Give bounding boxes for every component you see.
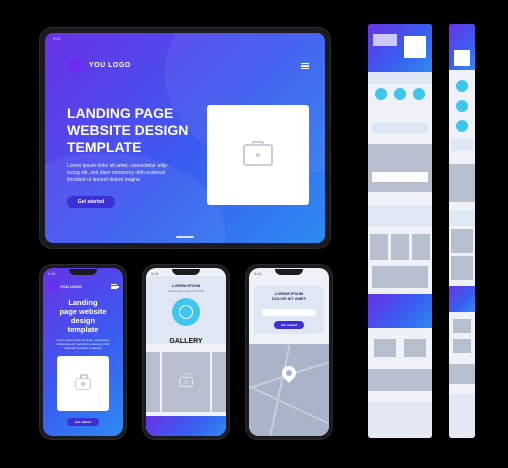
map-area[interactable] [249, 344, 329, 436]
headline-line: Landing [68, 298, 98, 307]
get-started-button[interactable]: Get started [274, 321, 304, 329]
full-page-preview-mobile [449, 24, 475, 438]
avatar [172, 298, 200, 326]
gallery-image [146, 352, 160, 412]
full-page-preview-desktop [368, 24, 432, 438]
status-time: 9:41 [254, 271, 262, 276]
mockup-stage: 9:41 YOU LOGO LANDING PAGE WEBSITE DESIG… [0, 0, 508, 468]
image-placeholder [207, 105, 309, 205]
hamburger-icon[interactable] [111, 284, 119, 289]
headline-line: page website [59, 307, 107, 316]
phone-contact-screen: 9:41 LOREM IPSUM DOLOR SIT AMET Get star… [249, 268, 329, 436]
gallery-image [212, 352, 226, 412]
headline-line: design [70, 316, 96, 325]
get-started-button[interactable]: Get started [67, 196, 115, 208]
headline-line: template [67, 325, 99, 334]
status-time: 9:41 [48, 271, 56, 276]
body-line: euismod tincidunt ut laoreet [64, 346, 102, 350]
home-indicator [176, 236, 194, 238]
gallery-title: GALLERY [169, 338, 203, 345]
headline-line: TEMPLATE [67, 139, 142, 155]
section-title: LOREM IPSUM [171, 283, 201, 288]
logo-text: YOU LOGO [89, 62, 131, 69]
status-time: 9:41 [53, 36, 61, 41]
email-field[interactable] [262, 309, 316, 316]
section-subtitle: Lorem ipsum dolor sit amet [167, 289, 205, 293]
section-title: DOLOR SIT AMET [271, 296, 307, 301]
hamburger-icon[interactable] [301, 63, 309, 69]
logo-mark [67, 57, 83, 73]
gallery-image [162, 352, 210, 412]
body-line: tincidunt ut laoreet dolore magna [67, 177, 140, 183]
contact-card: LOREM IPSUM DOLOR SIT AMET Get started [254, 286, 324, 334]
phone-body: Lorem ipsum dolor sit amet, consectetur … [43, 338, 123, 350]
profile-card: LOREM IPSUM Lorem ipsum dolor sit amet [146, 276, 226, 344]
phone-gallery-device: 9:41 LOREM IPSUM Lorem ipsum dolor sit a… [143, 265, 229, 439]
phone-contact-device: 9:41 LOREM IPSUM DOLOR SIT AMET Get star… [246, 265, 332, 439]
logo-text: YOU LOGO [60, 284, 82, 289]
footer-band [146, 416, 226, 436]
tablet-headline: LANDING PAGE WEBSITE DESIGN TEMPLATE [67, 105, 188, 156]
body-line: iscing elit, sed diam nonummy nibh euism… [67, 170, 166, 176]
logo-mark [49, 282, 58, 291]
camera-icon [243, 141, 273, 166]
get-started-button[interactable]: Get started [67, 418, 99, 426]
phone-landing-device: 9:41 YOU LOGO Landing page website desig… [40, 265, 126, 439]
phone-gallery-screen: 9:41 LOREM IPSUM Lorem ipsum dolor sit a… [146, 268, 226, 436]
image-placeholder [57, 356, 109, 411]
camera-icon [179, 373, 193, 387]
tablet-screen: 9:41 YOU LOGO LANDING PAGE WEBSITE DESIG… [45, 33, 325, 243]
tablet-device: 9:41 YOU LOGO LANDING PAGE WEBSITE DESIG… [40, 28, 330, 248]
camera-icon [75, 373, 91, 390]
body-line: Lorem ipsum dolor sit amet, consectetur … [67, 163, 169, 169]
phone-headline: Landing page website design template [43, 298, 123, 334]
headline-line: LANDING PAGE [67, 105, 174, 121]
headline-line: WEBSITE DESIGN [67, 122, 189, 138]
tablet-body: Lorem ipsum dolor sit amet, consectetur … [67, 163, 168, 184]
phone-landing-screen: 9:41 YOU LOGO Landing page website desig… [43, 268, 123, 436]
